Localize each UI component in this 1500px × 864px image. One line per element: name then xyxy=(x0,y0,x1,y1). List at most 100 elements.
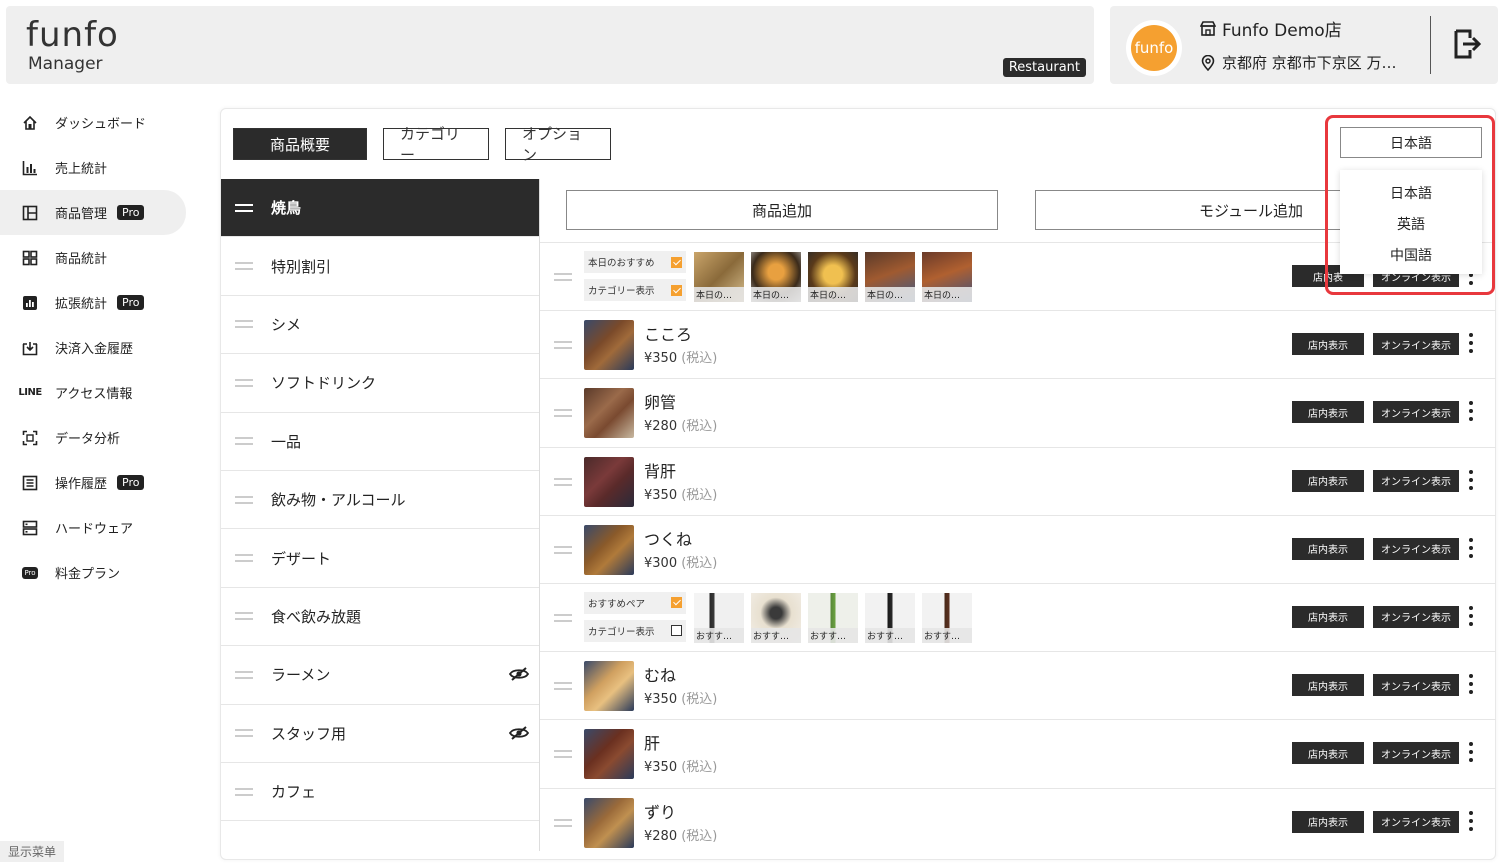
store-display-tag[interactable]: 店内表示 xyxy=(1292,810,1364,833)
store-display-tag[interactable]: 店内表示 xyxy=(1292,742,1364,765)
drag-handle-icon[interactable] xyxy=(235,612,253,621)
module-title-toggle[interactable]: 本日のおすすめ xyxy=(584,251,686,273)
module-thumbnail[interactable]: おすす… xyxy=(808,592,858,643)
drag-handle-icon[interactable] xyxy=(235,437,253,446)
more-options-icon[interactable] xyxy=(1468,605,1474,630)
product-thumbnail[interactable] xyxy=(584,661,634,712)
drag-handle-icon[interactable] xyxy=(554,613,572,622)
tab-category[interactable]: カテゴリー xyxy=(383,125,489,164)
sidebar-item-payment-history[interactable]: 決済入金履歴 xyxy=(0,325,200,370)
product-row[interactable]: 背肝 ¥350 (税込) 店内表示 オンライン表示 xyxy=(540,448,1496,516)
drag-handle-icon[interactable] xyxy=(554,477,572,486)
checkbox-unchecked[interactable] xyxy=(671,625,682,637)
store-display-tag[interactable]: 店内表示 xyxy=(1292,674,1364,697)
checkbox-checked[interactable] xyxy=(671,597,682,609)
module-thumbnail[interactable]: 本日の… xyxy=(922,252,972,302)
tab-option[interactable]: オプション xyxy=(505,125,611,164)
module-thumbnail[interactable]: おすす… xyxy=(865,592,915,643)
online-display-tag[interactable]: オンライン表示 xyxy=(1373,469,1459,492)
sidebar-item-pricing-plan[interactable]: Pro 料金プラン xyxy=(0,550,200,595)
product-row[interactable]: 肝 ¥350 (税込) 店内表示 オンライン表示 xyxy=(540,720,1496,789)
category-item[interactable]: ラーメン xyxy=(221,646,539,705)
sidebar-item-dashboard[interactable]: ダッシュボード xyxy=(0,100,200,145)
sidebar-item-operation-history[interactable]: 操作履歴 Pro xyxy=(0,460,200,505)
online-display-tag[interactable]: オンライン表示 xyxy=(1373,742,1459,765)
more-options-icon[interactable] xyxy=(1468,333,1474,357)
module-thumbnail[interactable]: 本日の… xyxy=(694,252,744,302)
drag-handle-icon[interactable] xyxy=(235,203,253,212)
category-item[interactable]: スタッフ用 xyxy=(221,705,539,763)
drag-handle-icon[interactable] xyxy=(554,341,572,350)
store-display-tag[interactable]: 店内表示 xyxy=(1292,333,1364,356)
product-row[interactable]: つくね ¥300 (税込) 店内表示 オンライン表示 xyxy=(540,516,1496,584)
online-display-tag[interactable]: オンライン表示 xyxy=(1373,333,1459,356)
store-display-tag[interactable]: 店内表示 xyxy=(1292,469,1364,492)
drag-handle-icon[interactable] xyxy=(554,818,572,827)
sidebar-item-extended-stats[interactable]: 拡張統計 Pro xyxy=(0,280,200,325)
drag-handle-icon[interactable] xyxy=(235,320,253,329)
module-thumbnail[interactable]: おすす… xyxy=(751,592,801,643)
online-display-tag[interactable]: オンライン表示 xyxy=(1373,674,1459,697)
more-options-icon[interactable] xyxy=(1468,469,1474,494)
module-thumbnail[interactable]: 本日の… xyxy=(865,252,915,302)
add-product-button[interactable]: 商品追加 xyxy=(566,190,998,230)
logout-icon[interactable] xyxy=(1452,28,1482,60)
product-thumbnail[interactable] xyxy=(584,524,634,575)
category-item[interactable]: カフェ xyxy=(221,763,539,822)
drag-handle-icon[interactable] xyxy=(554,409,572,418)
store-display-tag[interactable]: 店内表示 xyxy=(1292,605,1364,628)
drag-handle-icon[interactable] xyxy=(235,787,253,796)
drag-handle-icon[interactable] xyxy=(235,670,253,679)
module-thumbnail[interactable]: 本日の… xyxy=(751,252,801,302)
sidebar-item-product-stats[interactable]: 商品統計 xyxy=(0,235,200,280)
category-item[interactable]: 一品 xyxy=(221,413,539,471)
product-thumbnail[interactable] xyxy=(584,388,634,439)
category-item[interactable]: 食べ飲み放題 xyxy=(221,588,539,647)
product-thumbnail[interactable] xyxy=(584,320,634,371)
store-display-tag[interactable]: 店内表示 xyxy=(1292,401,1364,424)
category-item[interactable]: 特別割引 xyxy=(221,237,539,296)
module-category-toggle[interactable]: カテゴリー表示 xyxy=(584,619,686,642)
drag-handle-icon[interactable] xyxy=(554,682,572,691)
more-options-icon[interactable] xyxy=(1468,810,1474,835)
eye-off-icon[interactable] xyxy=(509,725,529,741)
product-row[interactable]: ずり ¥280 (税込) 店内表示 オンライン表示 xyxy=(540,789,1496,857)
online-display-tag[interactable]: オンライン表示 xyxy=(1373,605,1459,628)
show-menu-button[interactable]: 显示菜单 xyxy=(0,841,65,862)
module-row[interactable]: おすすめペア カテゴリー表示 おすす… おすす… おすす… おすす… おすす… … xyxy=(540,584,1496,653)
drag-handle-icon[interactable] xyxy=(235,262,253,271)
product-thumbnail[interactable] xyxy=(584,797,634,848)
more-options-icon[interactable] xyxy=(1468,537,1474,562)
drag-handle-icon[interactable] xyxy=(235,378,253,387)
module-thumbnail[interactable]: おすす… xyxy=(922,592,972,643)
checkbox-checked[interactable] xyxy=(671,284,682,296)
category-item-yakitori[interactable]: 焼鳥 xyxy=(221,179,539,238)
sidebar-item-access-info[interactable]: LINE アクセス情報 xyxy=(0,370,200,415)
category-item[interactable]: 飲み物・アルコール xyxy=(221,471,539,530)
category-item[interactable]: デザート xyxy=(221,529,539,588)
drag-handle-icon[interactable] xyxy=(554,750,572,759)
sidebar-item-product-management[interactable]: 商品管理 Pro xyxy=(0,190,186,235)
module-title-toggle[interactable]: おすすめペア xyxy=(584,591,686,614)
online-display-tag[interactable]: オンライン表示 xyxy=(1373,810,1459,833)
drag-handle-icon[interactable] xyxy=(235,729,253,738)
online-display-tag[interactable]: オンライン表示 xyxy=(1373,401,1459,424)
drag-handle-icon[interactable] xyxy=(554,545,572,554)
tab-product-overview[interactable]: 商品概要 xyxy=(233,128,367,160)
checkbox-checked[interactable] xyxy=(671,256,682,268)
sidebar-item-sales-stats[interactable]: 売上統計 xyxy=(0,145,200,190)
module-thumbnail[interactable]: おすす… xyxy=(694,592,744,643)
more-options-icon[interactable] xyxy=(1468,674,1474,698)
product-thumbnail[interactable] xyxy=(584,729,634,780)
eye-off-icon[interactable] xyxy=(509,666,529,682)
drag-handle-icon[interactable] xyxy=(235,554,253,563)
more-options-icon[interactable] xyxy=(1468,742,1474,766)
funfo-logo[interactable]: funfo Manager xyxy=(26,18,119,74)
product-row[interactable]: むね ¥350 (税込) 店内表示 オンライン表示 xyxy=(540,652,1496,721)
product-thumbnail[interactable] xyxy=(584,456,634,507)
drag-handle-icon[interactable] xyxy=(554,273,572,281)
module-thumbnail[interactable]: 本日の… xyxy=(808,252,858,302)
drag-handle-icon[interactable] xyxy=(235,495,253,504)
online-display-tag[interactable]: オンライン表示 xyxy=(1373,537,1459,560)
product-row[interactable]: 卵管 ¥280 (税込) 店内表示 オンライン表示 xyxy=(540,379,1496,448)
